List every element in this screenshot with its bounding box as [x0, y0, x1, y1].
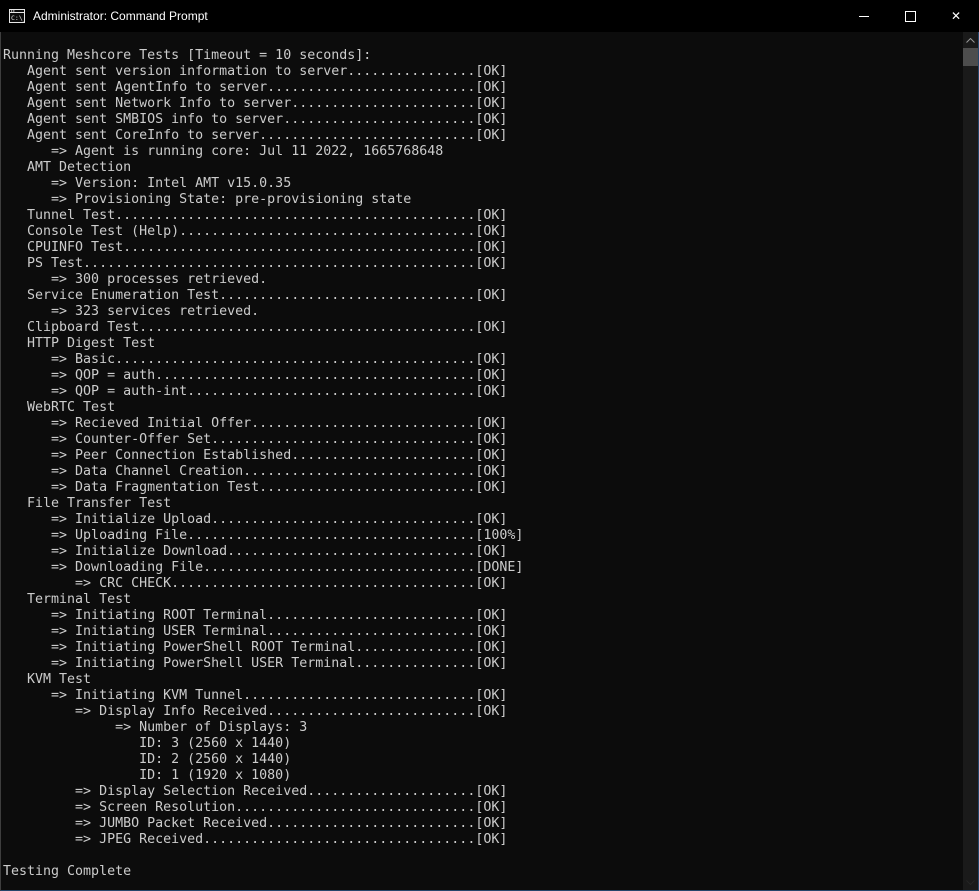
maximize-button[interactable] — [887, 0, 933, 32]
console-line: => Screen Resolution....................… — [3, 800, 963, 816]
console-line: => Data Fragmentation Test..............… — [3, 480, 963, 496]
console-output[interactable]: Running Meshcore Tests [Timeout = 10 sec… — [1, 32, 963, 890]
console-line: => Recieved Initial Offer...............… — [3, 416, 963, 432]
console-line: => Peer Connection Established..........… — [3, 448, 963, 464]
console-line: => JUMBO Packet Received................… — [3, 816, 963, 832]
console-line: AMT Detection — [3, 160, 963, 176]
console-line: => Provisioning State: pre-provisioning … — [3, 192, 963, 208]
console-line: => QOP = auth...........................… — [3, 368, 963, 384]
console-line: ID: 3 (2560 x 1440) — [3, 736, 963, 752]
console-line: => Number of Displays: 3 — [3, 720, 963, 736]
titlebar[interactable]: C:\_ Administrator: Command Prompt ✕ — [0, 0, 979, 32]
window-title: Administrator: Command Prompt — [33, 9, 841, 23]
console-line: WebRTC Test — [3, 400, 963, 416]
console-line: => JPEG Received........................… — [3, 832, 963, 848]
console-line: Service Enumeration Test................… — [3, 288, 963, 304]
console-line: Console Test (Help).....................… — [3, 224, 963, 240]
console-line: => Initiating KVM Tunnel................… — [3, 688, 963, 704]
console-line: Testing Complete — [3, 864, 963, 880]
console-line: HTTP Digest Test — [3, 336, 963, 352]
console-line: Agent sent SMBIOS info to server........… — [3, 112, 963, 128]
console-line: => Version: Intel AMT v15.0.35 — [3, 176, 963, 192]
console-body: Running Meshcore Tests [Timeout = 10 sec… — [0, 32, 979, 891]
console-line: => QOP = auth-int.......................… — [3, 384, 963, 400]
cmd-icon-text: C:\_ — [11, 14, 25, 22]
console-line: ID: 1 (1920 x 1080) — [3, 768, 963, 784]
console-line: Agent sent CoreInfo to server...........… — [3, 128, 963, 144]
console-line: Tunnel Test.............................… — [3, 208, 963, 224]
console-line: => 323 services retrieved. — [3, 304, 963, 320]
console-line: Agent sent Network Info to server.......… — [3, 96, 963, 112]
cmd-icon[interactable]: C:\_ — [9, 8, 25, 24]
console-line: => Uploading File.......................… — [3, 528, 963, 544]
scrollbar-up-button[interactable] — [963, 32, 978, 48]
close-icon: ✕ — [951, 10, 961, 22]
console-line: => Initiating USER Terminal.............… — [3, 624, 963, 640]
console-line: => Initiating ROOT Terminal.............… — [3, 608, 963, 624]
console-line: => Initialize Upload....................… — [3, 512, 963, 528]
console-line: => Initialize Download..................… — [3, 544, 963, 560]
console-line: => Agent is running core: Jul 11 2022, 1… — [3, 144, 963, 160]
scrollbar-down-button[interactable] — [963, 874, 978, 890]
console-line — [3, 848, 963, 864]
console-line: => Display Info Received................… — [3, 704, 963, 720]
console-line: => Initiating PowerShell USER Terminal..… — [3, 656, 963, 672]
console-line: KVM Test — [3, 672, 963, 688]
console-line: => Display Selection Received...........… — [3, 784, 963, 800]
console-line: File Transfer Test — [3, 496, 963, 512]
console-line: Running Meshcore Tests [Timeout = 10 sec… — [3, 48, 963, 64]
console-line: => 300 processes retrieved. — [3, 272, 963, 288]
console-line: PS Test.................................… — [3, 256, 963, 272]
close-button[interactable]: ✕ — [933, 0, 979, 32]
maximize-icon — [905, 11, 916, 22]
chevron-down-icon — [966, 880, 975, 885]
window-controls: ✕ — [841, 0, 979, 32]
command-prompt-window: C:\_ Administrator: Command Prompt ✕ Run… — [0, 0, 979, 891]
chevron-up-icon — [966, 38, 975, 43]
console-line: => Counter-Offer Set....................… — [3, 432, 963, 448]
console-line: => Downloading File.....................… — [3, 560, 963, 576]
console-line: => Data Channel Creation................… — [3, 464, 963, 480]
minimize-button[interactable] — [841, 0, 887, 32]
console-line: CPUINFO Test............................… — [3, 240, 963, 256]
scrollbar-thumb[interactable] — [963, 48, 978, 66]
console-line: Agent sent version information to server… — [3, 64, 963, 80]
console-line: => Initiating PowerShell ROOT Terminal..… — [3, 640, 963, 656]
console-line: Agent sent AgentInfo to server..........… — [3, 80, 963, 96]
minimize-icon — [859, 16, 869, 17]
console-line: Terminal Test — [3, 592, 963, 608]
scrollbar[interactable] — [963, 32, 978, 890]
console-line: => Basic................................… — [3, 352, 963, 368]
console-line: ID: 2 (2560 x 1440) — [3, 752, 963, 768]
console-line: Clipboard Test..........................… — [3, 320, 963, 336]
console-line: => CRC CHECK............................… — [3, 576, 963, 592]
